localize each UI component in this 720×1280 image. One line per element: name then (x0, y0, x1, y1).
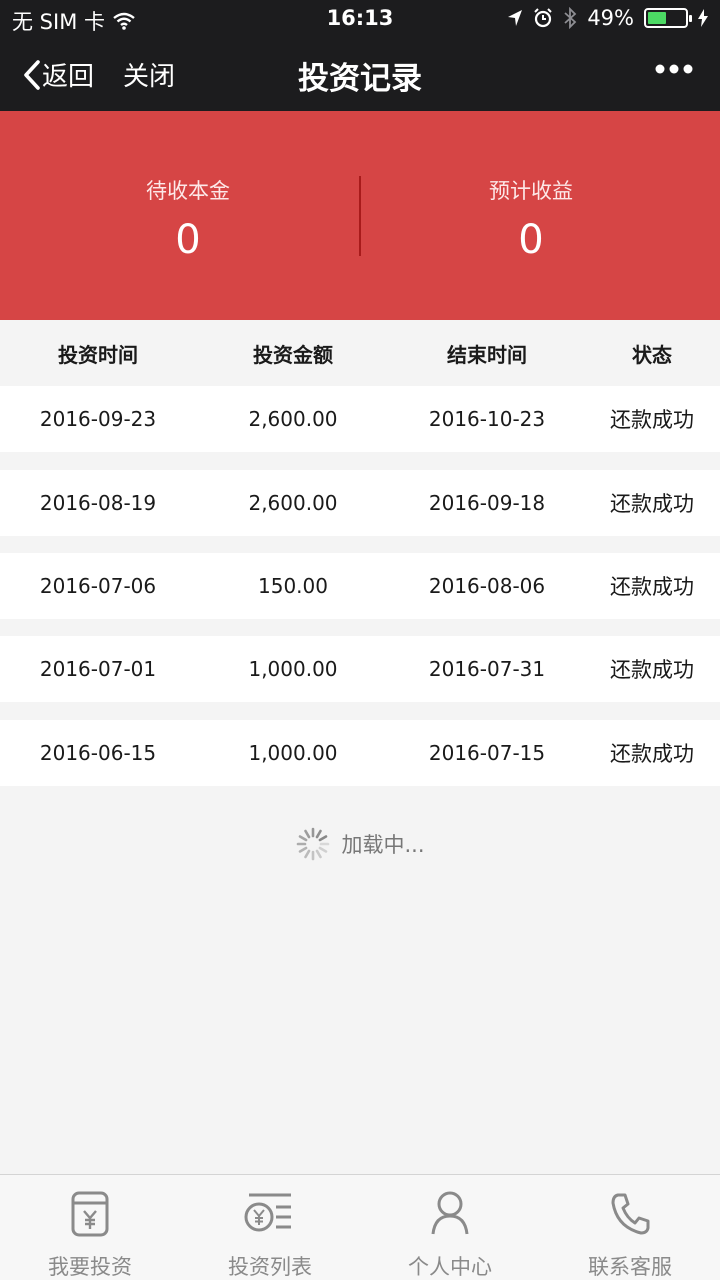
wallet-yen-icon (71, 1191, 109, 1237)
expected-income-label: 预计收益 (489, 179, 573, 203)
close-button[interactable]: 关闭 (123, 56, 175, 93)
amount-cell: 1,000.00 (248, 657, 338, 681)
loading-text: 加载中... (341, 833, 425, 857)
end-time-cell: 2016-07-31 (428, 657, 546, 681)
tab-invest-list-label: 投资列表 (228, 1255, 312, 1279)
amount-cell: 1,000.00 (248, 741, 338, 765)
back-label: 返回 (42, 62, 95, 92)
tab-contact-service[interactable]: 联系客服 (540, 1175, 720, 1280)
amount-cell: 2,600.00 (248, 407, 338, 431)
header-end-time: 结束时间 (447, 342, 527, 367)
tab-invest[interactable]: 我要投资 (0, 1175, 180, 1280)
more-dots-icon (655, 64, 693, 74)
pending-principal-value: 0 (175, 217, 201, 263)
header-amount: 投资金额 (253, 342, 333, 367)
status-cell: 还款成功 (610, 658, 694, 682)
table-row[interactable]: 2016-06-15 1,000.00 2016-07-15 还款成功 (0, 720, 720, 786)
table-header: 投资时间 投资金额 结束时间 状态 (0, 320, 720, 386)
status-cell: 还款成功 (610, 408, 694, 432)
spinner-icon (297, 827, 330, 861)
phone-icon (611, 1193, 650, 1235)
table-row[interactable]: 2016-09-23 2,600.00 2016-10-23 还款成功 (0, 386, 720, 452)
summary-banner: 待收本金 0 预计收益 0 (0, 111, 720, 320)
nav-bar: 返回 关闭 投资记录 (0, 38, 720, 111)
status-cell: 还款成功 (610, 492, 694, 516)
expected-income-value: 0 (518, 217, 544, 263)
yen-list-icon (244, 1193, 291, 1232)
tab-profile[interactable]: 个人中心 (360, 1175, 540, 1280)
invest-time-cell: 2016-08-19 (39, 491, 157, 515)
table-row[interactable]: 2016-07-06 150.00 2016-08-06 还款成功 (0, 553, 720, 619)
amount-cell: 2,600.00 (248, 491, 338, 515)
location-arrow-icon (508, 10, 523, 26)
status-cell: 还款成功 (610, 575, 694, 599)
header-status: 状态 (632, 342, 672, 367)
end-time-cell: 2016-10-23 (428, 407, 546, 431)
tab-profile-label: 个人中心 (408, 1255, 492, 1279)
chevron-left-icon (24, 59, 40, 90)
expected-income: 预计收益 0 (351, 175, 711, 263)
pending-principal: 待收本金 0 (8, 175, 368, 263)
page-title: 投资记录 (298, 61, 422, 97)
tab-invest-label: 我要投资 (48, 1255, 132, 1279)
invest-time-cell: 2016-07-01 (39, 657, 157, 681)
invest-time-cell: 2016-06-15 (39, 741, 157, 765)
end-time-cell: 2016-07-15 (428, 741, 546, 765)
tab-bar: 我要投资 投资列表 个人中心 联系客服 (0, 1174, 720, 1280)
amount-cell: 150.00 (258, 574, 328, 598)
more-menu-button[interactable] (654, 60, 694, 79)
person-icon (431, 1191, 469, 1235)
table-row[interactable]: 2016-08-19 2,600.00 2016-09-18 还款成功 (0, 470, 720, 536)
bluetooth-icon (564, 7, 577, 29)
end-time-cell: 2016-08-06 (428, 574, 546, 598)
battery-icon (644, 8, 692, 28)
loading-indicator: 加载中... (0, 826, 720, 862)
status-bar: 无 SIM 卡 16:13 49% (0, 0, 720, 38)
pending-principal-label: 待收本金 (146, 179, 230, 203)
end-time-cell: 2016-09-18 (428, 491, 546, 515)
back-button[interactable]: 返回 (22, 56, 94, 93)
table-row[interactable]: 2016-07-01 1,000.00 2016-07-31 还款成功 (0, 636, 720, 702)
tab-invest-list[interactable]: 投资列表 (180, 1175, 360, 1280)
battery-level (648, 12, 666, 24)
charging-bolt-icon (698, 9, 708, 27)
invest-time-cell: 2016-09-23 (39, 407, 157, 431)
alarm-icon (534, 8, 553, 28)
invest-time-cell: 2016-07-06 (39, 574, 157, 598)
status-cell: 还款成功 (610, 742, 694, 766)
tab-contact-service-label: 联系客服 (588, 1255, 672, 1279)
header-invest-time: 投资时间 (58, 342, 138, 367)
battery-percent: 49% (587, 6, 634, 30)
